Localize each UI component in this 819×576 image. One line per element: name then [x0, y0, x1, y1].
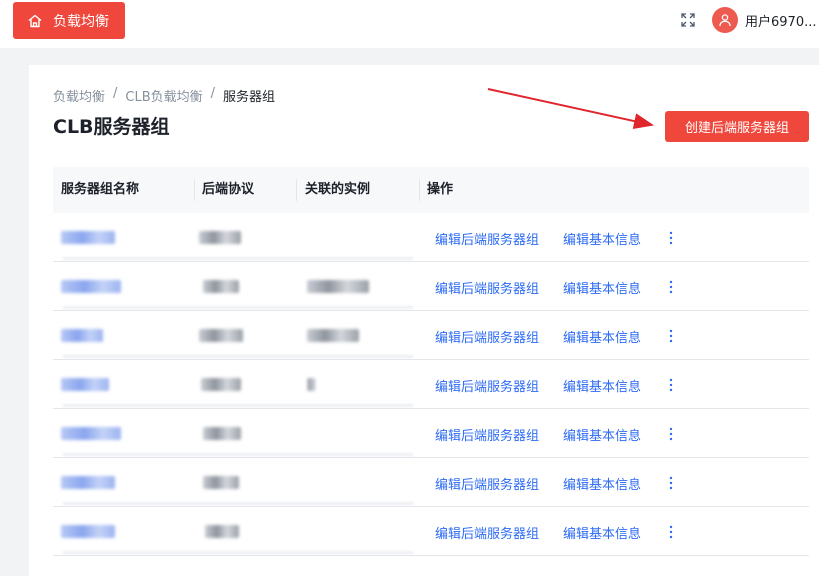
- server-group-name-link[interactable]: [61, 427, 121, 440]
- table-row: 编辑后端服务器组 编辑基本信息: [53, 360, 809, 409]
- top-bar: 负载均衡 用户6970...: [0, 0, 819, 48]
- server-group-name-link[interactable]: [61, 280, 121, 293]
- backend-protocol-value: [203, 427, 241, 440]
- edit-basic-info-link[interactable]: 编辑基本信息: [563, 327, 641, 346]
- column-divider: [296, 179, 297, 201]
- table-row: 编辑后端服务器组 编辑基本信息: [53, 213, 809, 262]
- row-shadow-text: [63, 355, 413, 358]
- table-row: 编辑后端服务器组 编辑基本信息: [53, 311, 809, 360]
- more-vertical-icon[interactable]: [669, 427, 673, 441]
- server-group-table: 服务器组名称 后端协议 关联的实例 操作 编辑后端服务器组 编辑基本信息 编辑后端服…: [53, 167, 809, 556]
- row-shadow-text: [63, 502, 413, 505]
- server-group-name-link[interactable]: [61, 476, 115, 489]
- edit-backend-group-link[interactable]: 编辑后端服务器组: [435, 327, 539, 346]
- edit-backend-group-link[interactable]: 编辑后端服务器组: [435, 425, 539, 444]
- home-icon: [28, 14, 42, 28]
- column-divider: [194, 179, 195, 201]
- backend-protocol-value: [199, 231, 241, 244]
- column-header-instances: 关联的实例: [305, 182, 371, 197]
- edit-backend-group-link[interactable]: 编辑后端服务器组: [435, 376, 539, 395]
- breadcrumb-item-clb[interactable]: CLB负载均衡: [125, 86, 202, 105]
- more-vertical-icon[interactable]: [669, 525, 673, 539]
- server-group-name-link[interactable]: [61, 378, 109, 391]
- breadcrumb: 负载均衡 / CLB负载均衡 / 服务器组: [53, 86, 275, 105]
- table-header: 服务器组名称 后端协议 关联的实例 操作: [53, 167, 809, 213]
- backend-protocol-value: [203, 280, 239, 293]
- row-shadow-text: [63, 257, 413, 260]
- breadcrumb-separator: /: [113, 86, 118, 101]
- more-vertical-icon[interactable]: [669, 231, 673, 245]
- user-name: 用户6970...: [745, 14, 817, 30]
- table-row: 编辑后端服务器组 编辑基本信息: [53, 458, 809, 507]
- breadcrumb-separator: /: [210, 86, 216, 101]
- row-shadow-text: [63, 453, 413, 456]
- more-vertical-icon[interactable]: [669, 329, 673, 343]
- edit-backend-group-link[interactable]: 编辑后端服务器组: [435, 474, 539, 493]
- edit-basic-info-link[interactable]: 编辑基本信息: [563, 376, 641, 395]
- create-backend-group-button[interactable]: 创建后端服务器组: [665, 111, 809, 142]
- breadcrumb-item-load-balancer[interactable]: 负载均衡: [53, 86, 105, 105]
- user-icon: [719, 14, 731, 27]
- edit-basic-info-link[interactable]: 编辑基本信息: [563, 523, 641, 542]
- server-group-name-link[interactable]: [61, 231, 115, 244]
- avatar: [712, 7, 738, 33]
- table-row: 编辑后端服务器组 编辑基本信息: [53, 409, 809, 458]
- more-vertical-icon[interactable]: [669, 378, 673, 392]
- row-shadow-text: [63, 404, 413, 407]
- server-group-name-link[interactable]: [61, 329, 103, 342]
- edit-basic-info-link[interactable]: 编辑基本信息: [563, 229, 641, 248]
- edit-basic-info-link[interactable]: 编辑基本信息: [563, 474, 641, 493]
- page-title: CLB服务器组: [53, 116, 170, 138]
- table-row: 编辑后端服务器组 编辑基本信息: [53, 262, 809, 311]
- backend-protocol-value: [201, 378, 241, 391]
- breadcrumb-item-current: 服务器组: [223, 90, 276, 105]
- more-vertical-icon[interactable]: [669, 476, 673, 490]
- annotation-arrow: [487, 88, 654, 129]
- column-divider: [419, 179, 420, 201]
- user-menu[interactable]: 用户6970...: [712, 7, 816, 33]
- home-button[interactable]: 负载均衡: [13, 2, 125, 39]
- table-row: 编辑后端服务器组 编辑基本信息: [53, 507, 809, 556]
- edit-backend-group-link[interactable]: 编辑后端服务器组: [435, 229, 539, 248]
- column-header-name: 服务器组名称: [61, 182, 140, 197]
- row-shadow-text: [63, 306, 413, 309]
- edit-backend-group-link[interactable]: 编辑后端服务器组: [435, 278, 539, 297]
- edit-basic-info-link[interactable]: 编辑基本信息: [563, 278, 641, 297]
- edit-backend-group-link[interactable]: 编辑后端服务器组: [435, 523, 539, 542]
- home-button-label: 负载均衡: [53, 14, 109, 30]
- column-header-protocol: 后端协议: [202, 182, 255, 197]
- edit-basic-info-link[interactable]: 编辑基本信息: [563, 425, 641, 444]
- fullscreen-icon[interactable]: [680, 12, 696, 28]
- associated-instance-value: [307, 378, 315, 391]
- backend-protocol-value: [199, 329, 243, 342]
- associated-instance-value: [307, 329, 359, 342]
- content-card: 负载均衡 / CLB负载均衡 / 服务器组 CLB服务器组 创建后端服务器组 服…: [29, 65, 819, 576]
- more-vertical-icon[interactable]: [669, 280, 673, 294]
- server-group-name-link[interactable]: [61, 525, 115, 538]
- associated-instance-value: [307, 280, 369, 293]
- row-shadow-text: [63, 551, 413, 554]
- backend-protocol-value: [203, 476, 239, 489]
- column-header-actions: 操作: [427, 182, 454, 197]
- backend-protocol-value: [205, 525, 239, 538]
